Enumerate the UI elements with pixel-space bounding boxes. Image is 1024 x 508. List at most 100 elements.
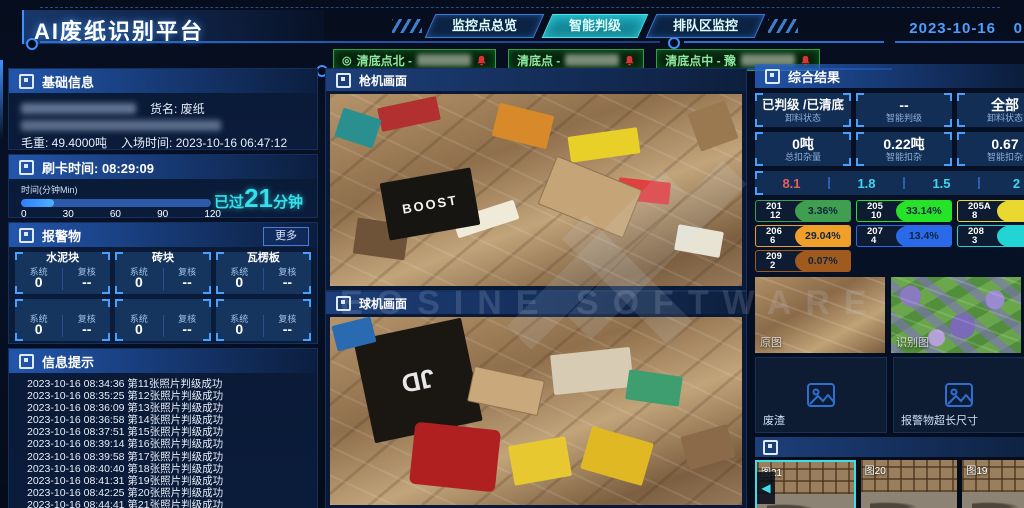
- header-divider: [895, 41, 1024, 43]
- thumbnail-strip: ◀ 图21 图20 图19: [755, 460, 1024, 508]
- ball-camera-panel: 球机画面 JD: [325, 291, 747, 508]
- main-tabs: 监控点总览 智能判级 排队区监控: [392, 14, 798, 38]
- redacted-value: [21, 103, 136, 114]
- thumbnail-19[interactable]: 图19: [962, 460, 1024, 508]
- placeholder-cards: 废渣 报警物超长尺寸: [755, 357, 1024, 433]
- header-divider: [684, 41, 884, 43]
- grade-chip: 20112 3.36%: [755, 200, 851, 222]
- grade-chip: 20510 33.14%: [856, 200, 952, 222]
- stat-card: --智能判级: [856, 93, 952, 127]
- waste-residue-card: 废渣: [755, 357, 887, 433]
- jd-label: JD: [398, 362, 437, 399]
- alarm-card: 砖块 系统0 复核--: [115, 252, 210, 294]
- photo-fragment: [674, 225, 724, 259]
- thumbnail-20[interactable]: 图20: [861, 460, 958, 508]
- tab-label: 监控点总览: [452, 18, 517, 33]
- stat-card: 全部卸料状态: [957, 93, 1024, 127]
- grade-chip: 2066 29.04%: [755, 225, 851, 247]
- grade-percent: 0.07%: [795, 250, 851, 272]
- photo-fragment: [538, 155, 643, 238]
- tab-queue-monitor[interactable]: 排队区监控: [651, 14, 760, 38]
- log-entry: 2023-10-16 08:39:14 第16张照片判级成功: [27, 438, 317, 450]
- alarm-bell-icon: [624, 55, 635, 66]
- log-entry: 2023-10-16 08:39:58 第17张照片判级成功: [27, 451, 317, 463]
- grade-chips: 20112 3.36% 20510 33.14% 205A8 2066 29.0…: [755, 200, 1024, 272]
- alarm-card: 瓦楞板 系统0 复核--: [216, 252, 311, 294]
- slash-decor-icon: [392, 19, 422, 33]
- photo-fragment: [625, 370, 683, 407]
- alarm-name: 砖块: [115, 252, 210, 265]
- photo-fragment: [581, 426, 655, 486]
- panel-icon: [19, 228, 34, 243]
- stat-card: 0.22吨智能扣杂: [856, 132, 952, 166]
- log-entry: 2023-10-16 08:40:40 第18张照片判级成功: [27, 463, 317, 475]
- panel-header: 刷卡时间: 08:29:09: [9, 155, 317, 179]
- photo-fragment: [378, 96, 442, 132]
- grade-percent: [997, 200, 1024, 222]
- alarm-name: [115, 299, 210, 312]
- header-dashed-line: [40, 7, 1000, 8]
- cargo-name: 货名: 废纸: [150, 100, 205, 117]
- grade-percent: 29.04%: [795, 225, 851, 247]
- ratio-value: 1.5: [905, 176, 978, 191]
- panel-title: 枪机画面: [359, 72, 407, 89]
- elapsed-progress-bar: [21, 199, 211, 207]
- alarm-items-panel: 报警物 更多 水泥块 系统0 复核-- 砖块 系统0: [8, 222, 318, 344]
- photo-fragment: [492, 103, 555, 150]
- photo-tag: 识别图: [896, 334, 929, 350]
- panel-title: 报警物: [42, 226, 81, 245]
- panel-title: 刷卡时间: 08:29:09: [42, 158, 154, 177]
- panel-title: 综合结果: [788, 67, 840, 86]
- alarm-name: 瓦楞板: [216, 252, 311, 265]
- panel-header: 信息提示: [9, 349, 317, 373]
- grade-percent: 13.4%: [896, 225, 952, 247]
- panel-title: 基础信息: [42, 72, 94, 91]
- alarm-card: 水泥块 系统0 复核--: [15, 252, 110, 294]
- result-photos: 原图 识别图: [755, 277, 1024, 353]
- progress-fill: [21, 199, 54, 207]
- panel-icon: [763, 440, 778, 455]
- alarm-card: 系统0 复核--: [115, 299, 210, 341]
- panel-header: [755, 437, 1024, 457]
- prev-arrow-button[interactable]: ◀: [757, 472, 775, 504]
- panel-header: 综合结果: [755, 64, 1024, 88]
- more-button[interactable]: 更多: [263, 227, 309, 246]
- gross-weight: 毛重: 49.4000吨: [21, 134, 107, 151]
- tab-label: 排队区监控: [673, 18, 738, 33]
- results-column: 综合结果 已判级 /已清底卸料状态 --智能判级 全部卸料状态 0吨总扣杂量 0…: [755, 64, 1024, 508]
- elapsed-time: 已过21分钟: [214, 183, 303, 214]
- tab-label: 智能判级: [569, 18, 621, 33]
- header-circle-decor: [668, 37, 680, 49]
- panel-header: 报警物 更多: [9, 223, 317, 247]
- camera-label: 清底点 -: [517, 52, 560, 69]
- panel-icon: [19, 160, 34, 175]
- left-column: 基础信息 货名: 废纸 毛重: 49.4000吨 入场时间: 2023-10-1…: [8, 68, 318, 508]
- alarm-name: [15, 299, 110, 312]
- image-placeholder-icon: [806, 382, 836, 408]
- thumbnail-panel: ◀ 图21 图20 图19: [755, 437, 1024, 508]
- photo-fragment: [681, 424, 737, 470]
- header-circle-decor: [26, 38, 38, 50]
- swipe-time-panel: 刷卡时间: 08:29:09 时间(分钟Min) 0306090120 已过21…: [8, 154, 318, 218]
- tab-monitor-overview[interactable]: 监控点总览: [430, 14, 539, 38]
- entry-time: 入场时间: 2023-10-16 06:47:12: [121, 134, 287, 151]
- panel-icon: [19, 74, 34, 89]
- photo-tag: 原图: [760, 334, 782, 350]
- plate-blurred: [565, 54, 619, 66]
- grade-chip: 2074 13.4%: [856, 225, 952, 247]
- tab-smart-grading[interactable]: 智能判级: [547, 14, 643, 38]
- message-panel: 信息提示 2023-10-16 08:34:36 第11张照片判级成功 2023…: [8, 348, 318, 508]
- oversize-alarm-card: 报警物超长尺寸: [893, 357, 1024, 433]
- log-entry: 2023-10-16 08:41:31 第19张照片判级成功: [27, 475, 317, 487]
- log-entry: 2023-10-16 08:42:25 第20张照片判级成功: [27, 487, 317, 499]
- result-stats: 已判级 /已清底卸料状态 --智能判级 全部卸料状态 0吨总扣杂量 0.22吨智…: [755, 93, 1024, 166]
- placeholder-label: 报警物超长尺寸: [901, 412, 978, 428]
- image-placeholder-icon: [944, 382, 974, 408]
- panel-header: 球机画面: [326, 292, 746, 314]
- gun-camera-photo: BOOST: [330, 94, 742, 286]
- panel-title: 球机画面: [359, 295, 407, 312]
- header-time-partial: 0: [1014, 20, 1022, 37]
- log-entry: 2023-10-16 08:36:58 第14张照片判级成功: [27, 414, 317, 426]
- grade-chip: 2083: [957, 225, 1024, 247]
- panel-icon: [765, 69, 780, 84]
